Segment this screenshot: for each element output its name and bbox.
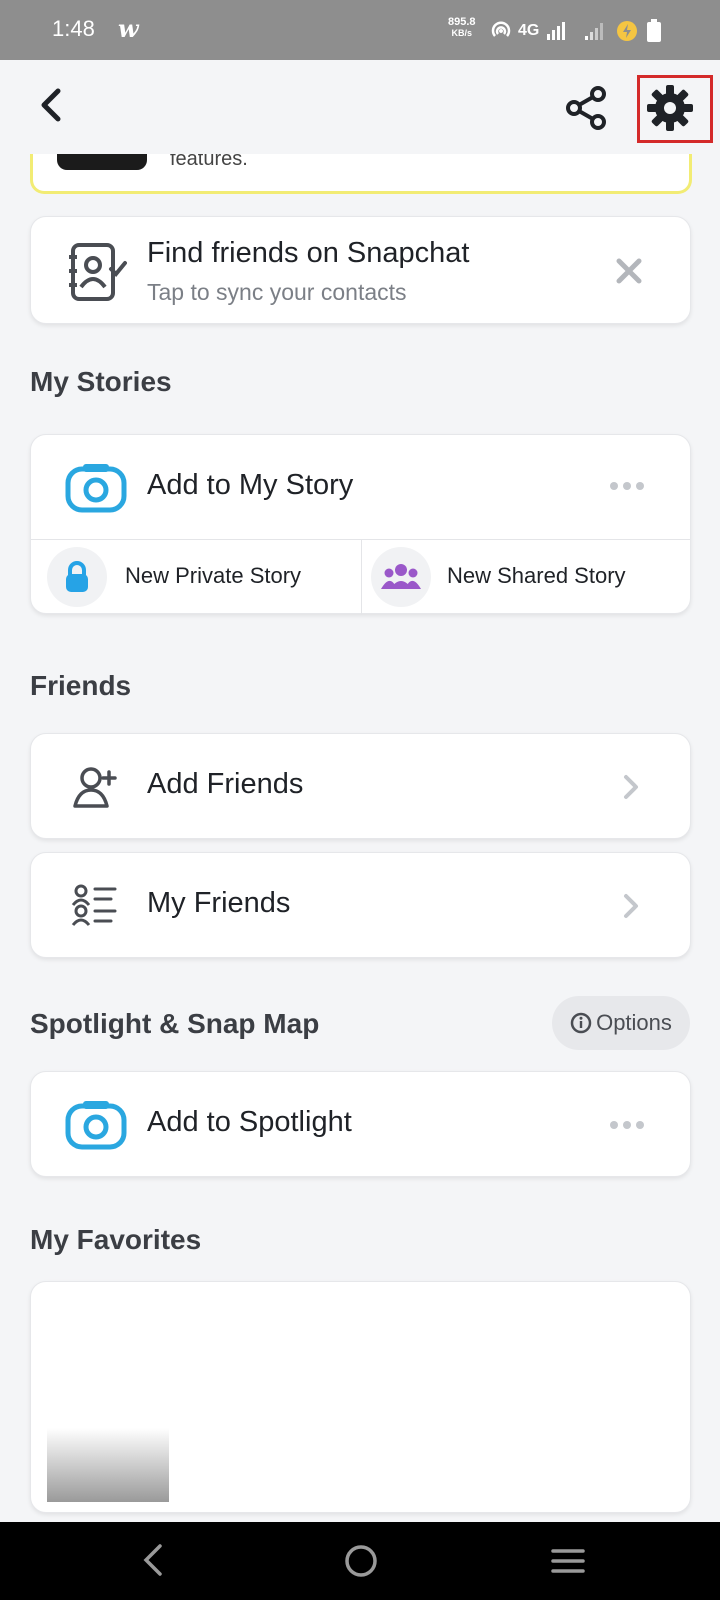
friends-heading: Friends — [30, 670, 132, 701]
app-logo-icon: w — [118, 14, 139, 43]
top-nav — [0, 60, 720, 154]
contacts-sync-icon — [69, 243, 127, 301]
find-friends-card[interactable]: Find friends on Snapchat Tap to sync you… — [30, 216, 691, 324]
options-label: Options — [596, 1010, 672, 1035]
battery-saver-icon — [617, 21, 638, 41]
favorite-thumbnail[interactable] — [47, 1428, 169, 1502]
camera-icon — [65, 1101, 127, 1150]
signal-icon — [547, 22, 566, 40]
divider — [361, 539, 362, 615]
my-friends-label: My Friends — [147, 887, 291, 919]
hotspot-icon — [491, 21, 511, 37]
more-options-icon[interactable] — [609, 481, 645, 491]
network-speed-value: 895.8 — [448, 16, 476, 28]
status-bar: 1:48 w 895.8 KB/s 4G — [0, 0, 720, 60]
group-icon — [381, 564, 421, 589]
gear-icon[interactable] — [645, 83, 695, 133]
new-shared-story-label[interactable]: New Shared Story — [447, 563, 626, 589]
add-to-spotlight-label: Add to Spotlight — [147, 1106, 352, 1138]
system-nav-bar — [0, 1522, 720, 1600]
nav-home-icon[interactable] — [344, 1544, 378, 1578]
close-icon[interactable] — [615, 257, 643, 285]
add-friends-label: Add Friends — [147, 768, 304, 800]
add-friends-row[interactable]: Add Friends — [30, 733, 691, 839]
clock: 1:48 — [52, 16, 95, 41]
back-icon[interactable] — [34, 85, 70, 125]
find-friends-title: Find friends on Snapchat — [147, 237, 470, 269]
camera-icon — [65, 464, 127, 513]
favorites-heading: My Favorites — [30, 1224, 202, 1255]
new-shared-story-button[interactable] — [371, 547, 431, 607]
share-icon[interactable] — [565, 85, 609, 131]
network-speed-unit: KB/s — [451, 28, 473, 38]
my-friends-row[interactable]: My Friends — [30, 852, 691, 958]
favorites-card — [30, 1281, 691, 1513]
status-icons: 4G — [490, 18, 663, 44]
my-stories-card: Add to My Story New Private Story New Sh… — [30, 434, 691, 615]
battery-icon — [647, 19, 662, 42]
new-private-story-label[interactable]: New Private Story — [125, 563, 301, 589]
network-type: 4G — [518, 22, 540, 39]
add-friend-icon — [73, 767, 117, 808]
find-friends-subtitle: Tap to sync your contacts — [147, 279, 407, 305]
info-icon — [570, 1012, 592, 1034]
signal-weak-icon — [585, 23, 604, 40]
options-button[interactable]: Options — [552, 996, 690, 1050]
spotlight-heading: Spotlight & Snap Map — [30, 1008, 320, 1039]
nav-back-icon[interactable] — [140, 1542, 168, 1578]
my-stories-heading: My Stories — [30, 366, 172, 397]
chevron-right-icon — [624, 775, 638, 799]
new-private-story-button[interactable] — [47, 547, 107, 607]
more-options-icon[interactable] — [609, 1120, 645, 1130]
lock-icon — [66, 561, 88, 592]
add-to-spotlight-row[interactable]: Add to Spotlight — [30, 1071, 691, 1177]
add-to-my-story[interactable]: Add to My Story — [147, 469, 353, 502]
friends-list-icon — [71, 884, 117, 926]
chevron-right-icon — [624, 894, 638, 918]
nav-recents-icon[interactable] — [550, 1546, 586, 1576]
network-speed: 895.8 KB/s — [448, 17, 476, 39]
